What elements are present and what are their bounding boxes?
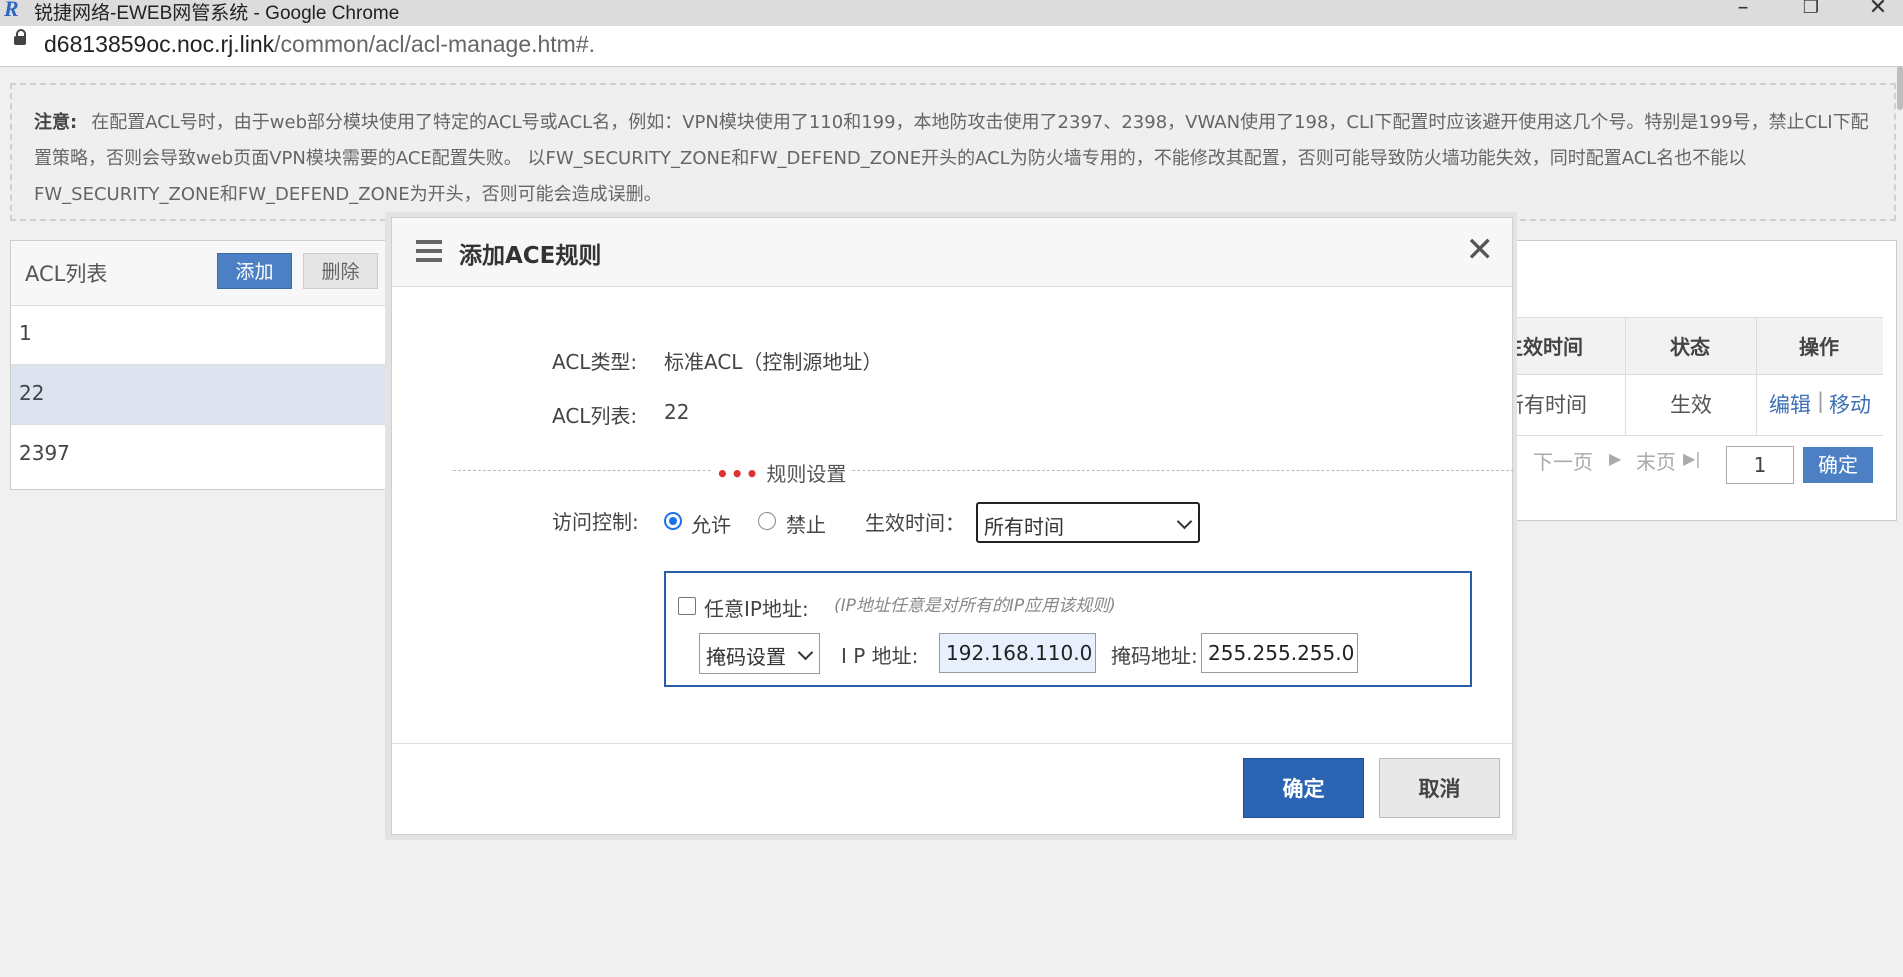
any-ip-hint: (IP地址任意是对所有的IP应用该规则) (834, 596, 1116, 616)
acl-item-label: 2397 (19, 441, 70, 465)
last-page-link[interactable]: 末页 (1636, 446, 1676, 475)
acl-item-label: 1 (19, 321, 32, 345)
rule-settings-section: ••• 规则设置 (712, 458, 851, 487)
next-page-icon[interactable]: ▶ (1609, 449, 1621, 468)
rule-table-panel: 生效时间 状态 操作 所有时间 生效 编辑 | 移动 下一页 ▶ 末页 ▶| 1… (1503, 240, 1897, 521)
deny-label[interactable]: 禁止 (786, 509, 826, 538)
ip-address-label: I P 地址: (841, 644, 919, 668)
cell-status: 生效 (1670, 393, 1712, 417)
mask-mode-select[interactable]: 掩码设置 (699, 633, 820, 674)
chevron-down-icon (797, 644, 814, 661)
acl-list-item-selected[interactable]: 22 (11, 365, 389, 425)
acl-list-panel: ACL列表 添加 删除 1 22 2397 (10, 240, 390, 490)
acl-list-item[interactable]: 2397 (11, 425, 389, 485)
section-divider (453, 470, 1514, 471)
add-ace-rule-dialog: 添加ACE规则 ✕ ACL类型: 标准ACL（控制源地址） ACL列表: 22 … (391, 217, 1514, 835)
url-path: /common/acl/acl-manage.htm#. (274, 31, 596, 57)
acl-type-label: ACL类型: (552, 350, 638, 374)
section-dots-icon: ••• (716, 462, 761, 486)
minimize-icon[interactable]: – (1718, 0, 1768, 22)
confirm-button[interactable]: 确定 (1243, 758, 1364, 818)
delete-acl-button[interactable]: 删除 (303, 253, 378, 289)
move-link[interactable]: 移动 (1829, 389, 1871, 419)
address-bar[interactable]: d6813859oc.noc.rj.link/common/acl/acl-ma… (0, 26, 1903, 67)
acl-list-item[interactable]: 1 (11, 305, 389, 365)
effective-time-label: 生效时间： (865, 511, 965, 535)
acl-list-title: ACL列表 (25, 262, 108, 286)
add-acl-button[interactable]: 添加 (217, 253, 292, 289)
page-scrollbar[interactable] (1897, 66, 1903, 110)
notice-text: 注意: 在配置ACL号时，由于web部分模块使用了特定的ACL号或ACL名，例如：… (34, 105, 1879, 213)
acl-item-label: 22 (19, 381, 45, 405)
access-control-label: 访问控制: (552, 510, 639, 534)
acl-list-header: ACL列表 添加 删除 (11, 241, 389, 306)
ip-address-input[interactable]: 192.168.110.0 (939, 633, 1096, 673)
rule-table-header: 生效时间 状态 操作 (1503, 317, 1883, 375)
cancel-button[interactable]: 取消 (1379, 758, 1500, 818)
table-row: 所有时间 生效 编辑 | 移动 (1503, 373, 1883, 436)
deny-radio[interactable] (758, 512, 776, 530)
url-host: d6813859oc.noc.rj.link (44, 31, 275, 57)
chevron-down-icon (1176, 513, 1193, 530)
notice-body: 在配置ACL号时，由于web部分模块使用了特定的ACL号或ACL名，例如：VPN… (34, 112, 1869, 205)
action-separator: | (1817, 389, 1825, 413)
acl-type-value: 标准ACL（控制源地址） (664, 350, 883, 374)
effective-time-select[interactable]: 所有时间 (976, 502, 1200, 543)
window-title: 锐捷网络-EWEB网管系统 - Google Chrome (34, 3, 400, 24)
mask-address-value: 255.255.255.0 (1208, 641, 1355, 665)
notice-label: 注意: (34, 112, 78, 133)
ip-address-group: 任意IP地址: (IP地址任意是对所有的IP应用该规则) 掩码设置 I P 地址… (664, 571, 1472, 687)
window-titlebar: R 锐捷网络-EWEB网管系统 - Google Chrome – ❐ ✕ (0, 0, 1903, 26)
mask-address-input[interactable]: 255.255.255.0 (1201, 633, 1358, 673)
allow-label[interactable]: 允许 (691, 509, 731, 538)
mask-address-label: 掩码地址: (1111, 644, 1198, 668)
restore-icon[interactable]: ❐ (1786, 0, 1836, 22)
section-label: 规则设置 (766, 462, 847, 486)
next-page-link[interactable]: 下一页 (1533, 446, 1593, 475)
menu-icon (416, 240, 442, 262)
notice-box: 注意: 在配置ACL号时，由于web部分模块使用了特定的ACL号或ACL名，例如：… (10, 83, 1896, 221)
dialog-header: 添加ACE规则 ✕ (392, 218, 1512, 287)
effective-time-value: 所有时间 (984, 515, 1064, 539)
dialog-title: 添加ACE规则 (459, 243, 602, 269)
col-header-status: 状态 (1670, 335, 1710, 359)
last-page-icon[interactable]: ▶| (1683, 449, 1701, 468)
close-window-icon[interactable]: ✕ (1853, 0, 1903, 22)
mask-mode-value: 掩码设置 (706, 645, 786, 669)
page-go-button[interactable]: 确定 (1803, 447, 1873, 483)
url-text[interactable]: d6813859oc.noc.rj.link/common/acl/acl-ma… (44, 31, 595, 58)
lock-icon (14, 29, 26, 45)
page-number-input[interactable]: 1 (1726, 446, 1794, 484)
app-logo-icon: R (4, 0, 19, 21)
ip-address-value: 192.168.110.0 (946, 641, 1093, 665)
dialog-footer-divider (392, 743, 1512, 744)
any-ip-label[interactable]: 任意IP地址: (704, 593, 809, 622)
allow-radio[interactable] (664, 512, 682, 530)
acl-list-label: ACL列表: (552, 404, 638, 428)
edit-link[interactable]: 编辑 (1769, 389, 1811, 419)
col-header-action: 操作 (1799, 335, 1839, 359)
any-ip-checkbox[interactable] (678, 597, 696, 615)
acl-list-value: 22 (664, 400, 690, 424)
close-icon[interactable]: ✕ (1466, 230, 1495, 270)
